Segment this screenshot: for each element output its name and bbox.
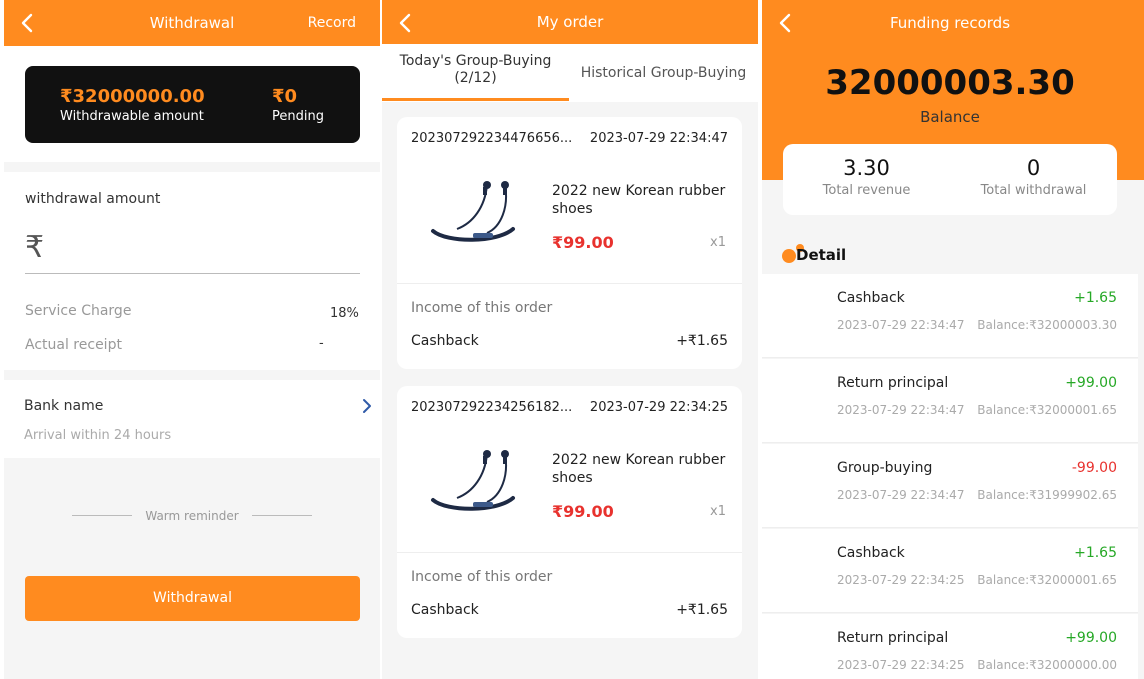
record-amount: -99.00 xyxy=(1071,460,1117,476)
funding-record[interactable]: Cashback +1.65 2023-07-29 22:34:25 Balan… xyxy=(762,529,1138,613)
divider xyxy=(397,283,742,284)
order-tabs: Today's Group-Buying (2/12) Historical G… xyxy=(382,44,758,102)
withdrawal-amount-label: withdrawal amount xyxy=(25,191,161,207)
neckband-earphones-image[interactable] xyxy=(427,177,523,251)
funding-record[interactable]: Return principal +99.00 2023-07-29 22:34… xyxy=(762,614,1138,679)
dot-icon xyxy=(782,249,796,263)
total-withdrawal-value: 0 xyxy=(1026,156,1041,180)
divider xyxy=(252,515,312,516)
service-charge-value: 18% xyxy=(330,306,359,321)
withdrawable-label: Withdrawable amount xyxy=(60,109,204,124)
tab-todays-group-buying[interactable]: Today's Group-Buying (2/12) xyxy=(382,44,569,102)
record-amount: +99.00 xyxy=(1065,630,1117,646)
record-balance: Balance:₹32000001.65 xyxy=(977,573,1117,587)
order-card[interactable]: 202307292234256182... 2023-07-29 22:34:2… xyxy=(397,386,742,638)
cashback-value: +₹1.65 xyxy=(676,333,728,349)
balance-label: Balance xyxy=(920,108,980,126)
order-id: 202307292234476656... xyxy=(411,131,573,146)
divider xyxy=(397,552,742,553)
total-revenue-value: 3.30 xyxy=(843,156,890,180)
withdrawable-amount: ₹32000000.00 xyxy=(60,86,205,107)
warm-reminder: Warm reminder xyxy=(72,509,312,527)
record-amount: +1.65 xyxy=(1074,545,1117,561)
rupee-icon: ₹ xyxy=(25,230,45,265)
record-amount: +99.00 xyxy=(1065,375,1117,391)
record-balance: Balance:₹31999902.65 xyxy=(977,488,1117,502)
actual-receipt-value: - xyxy=(319,336,324,351)
product-quantity: x1 xyxy=(710,235,726,250)
record-date: 2023-07-29 22:34:47 xyxy=(837,403,965,417)
tab-count: (2/12) xyxy=(454,70,497,86)
total-revenue-label: Total revenue xyxy=(822,183,911,198)
balance-card: ₹32000000.00 Withdrawable amount ₹0 Pend… xyxy=(25,66,360,143)
record-amount: +1.65 xyxy=(1074,290,1117,306)
detail-label: Detail xyxy=(796,246,847,264)
pending-amount: ₹0 xyxy=(272,86,298,107)
total-revenue-stat: 3.30 Total revenue xyxy=(783,156,950,198)
neckband-earphones-image[interactable] xyxy=(427,446,523,520)
stats-card: 3.30 Total revenue 0 Total withdrawal xyxy=(783,144,1117,215)
warm-reminder-text: Warm reminder xyxy=(145,509,239,523)
balance-amount: 32000003.30 xyxy=(825,63,1075,103)
tab-label: Historical Group-Buying xyxy=(580,65,747,81)
product-name: 2022 new Korean rubber shoes xyxy=(552,183,726,217)
record-balance: Balance:₹32000003.30 xyxy=(977,318,1117,332)
pending-label: Pending xyxy=(272,109,324,124)
record-link[interactable]: Record xyxy=(308,15,356,31)
record-type: Cashback xyxy=(837,290,905,306)
order-date: 2023-07-29 22:34:47 xyxy=(589,131,728,146)
funding-header: Funding records xyxy=(762,0,1144,46)
record-balance: Balance:₹32000000.00 xyxy=(977,658,1117,672)
record-date: 2023-07-29 22:34:25 xyxy=(837,658,965,672)
order-date: 2023-07-29 22:34:25 xyxy=(589,400,728,415)
record-date: 2023-07-29 22:34:47 xyxy=(837,488,965,502)
total-withdrawal-stat: 0 Total withdrawal xyxy=(950,156,1117,198)
product-name: 2022 new Korean rubber shoes xyxy=(552,452,726,486)
record-balance: Balance:₹32000001.65 xyxy=(977,403,1117,417)
balance-section: ₹32000000.00 Withdrawable amount ₹0 Pend… xyxy=(4,46,380,162)
active-tab-indicator xyxy=(382,98,569,101)
withdrawal-amount-input[interactable] xyxy=(62,232,358,270)
record-type: Group-buying xyxy=(837,460,933,476)
record-date: 2023-07-29 22:34:25 xyxy=(837,573,965,587)
input-underline xyxy=(25,273,360,274)
record-type: Return principal xyxy=(837,630,949,646)
record-type: Return principal xyxy=(837,375,949,391)
cashback-value: +₹1.65 xyxy=(676,602,728,618)
withdrawal-button[interactable]: Withdrawal xyxy=(25,576,360,621)
chevron-right-icon xyxy=(363,399,371,413)
order-card[interactable]: 202307292234476656... 2023-07-29 22:34:4… xyxy=(397,117,742,369)
order-income-label: Income of this order xyxy=(411,569,553,585)
product-quantity: x1 xyxy=(710,504,726,519)
total-withdrawal-label: Total withdrawal xyxy=(980,183,1087,198)
funding-record[interactable]: Return principal +99.00 2023-07-29 22:34… xyxy=(762,359,1138,443)
page-title: My order xyxy=(536,13,604,31)
funding-record[interactable]: Cashback +1.65 2023-07-29 22:34:47 Balan… xyxy=(762,274,1138,358)
service-charge-label: Service Charge xyxy=(25,303,132,319)
funding-record[interactable]: Group-buying -99.00 2023-07-29 22:34:47 … xyxy=(762,444,1138,528)
tab-historical-group-buying[interactable]: Historical Group-Buying xyxy=(569,44,758,102)
tab-label: Today's Group-Buying xyxy=(399,53,552,69)
page-title: Funding records xyxy=(889,14,1011,32)
my-order-screen: My order Today's Group-Buying (2/12) His… xyxy=(382,0,758,679)
actual-receipt-label: Actual receipt xyxy=(25,337,122,353)
bank-arrival-note: Arrival within 24 hours xyxy=(24,428,172,443)
cashback-label: Cashback xyxy=(411,602,479,618)
product-price: ₹99.00 xyxy=(552,502,614,521)
bank-selector[interactable]: Bank name Arrival within 24 hours xyxy=(4,380,380,458)
order-income-label: Income of this order xyxy=(411,300,553,316)
product-price: ₹99.00 xyxy=(552,233,614,252)
withdrawal-form: withdrawal amount ₹ Service Charge 18% A… xyxy=(4,172,380,370)
withdrawal-screen: Withdrawal Record ₹32000000.00 Withdrawa… xyxy=(4,0,380,679)
order-id: 202307292234256182... xyxy=(411,400,573,415)
funding-records-screen: Funding records 32000003.30 Balance 3.30… xyxy=(762,0,1144,679)
cashback-label: Cashback xyxy=(411,333,479,349)
my-order-header: My order xyxy=(382,0,758,44)
withdrawal-header: Withdrawal Record xyxy=(4,0,380,46)
bank-name-label: Bank name xyxy=(24,398,104,414)
record-date: 2023-07-29 22:34:47 xyxy=(837,318,965,332)
record-type: Cashback xyxy=(837,545,905,561)
